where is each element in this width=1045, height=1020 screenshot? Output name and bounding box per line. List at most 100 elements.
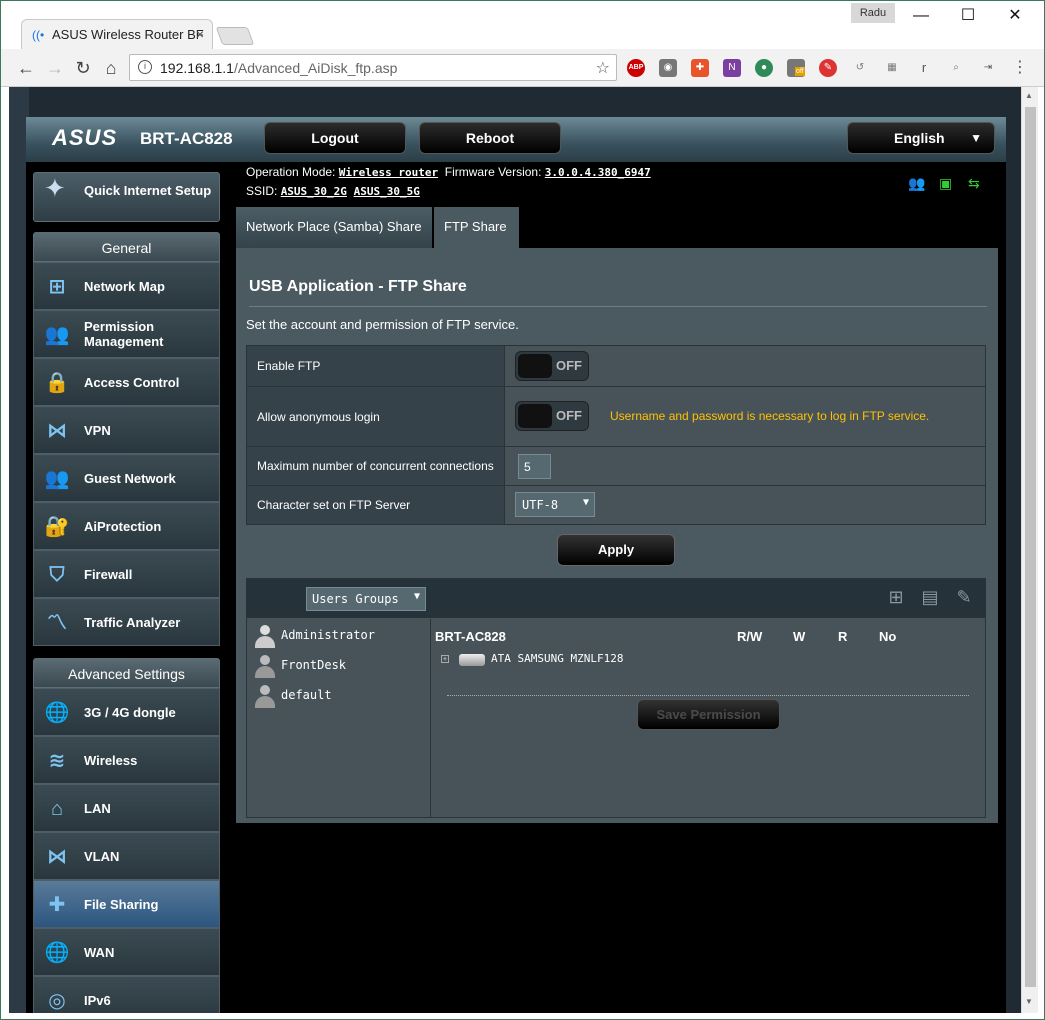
- sidebar-item-permission[interactable]: 👥 Permission Management: [33, 310, 220, 358]
- sidebar-item-3g4g[interactable]: 🌐 3G / 4G dongle: [33, 688, 220, 736]
- pin-icon[interactable]: ⇥: [979, 59, 997, 77]
- back-icon[interactable]: ←: [15, 57, 37, 79]
- camera-icon[interactable]: ◉: [659, 59, 677, 77]
- history-icon[interactable]: ↺: [851, 59, 869, 77]
- delete-user-icon[interactable]: ▤: [919, 587, 941, 611]
- sidebar-item-firewall[interactable]: ⛉ Firewall: [33, 550, 220, 598]
- user-table-header: Users Groups ▼ ⊞ ▤ ✎: [247, 579, 985, 618]
- expand-icon[interactable]: +: [441, 655, 449, 663]
- sidebar-item-wan[interactable]: 🌐 WAN: [33, 928, 220, 976]
- tab-ftp-share[interactable]: FTP Share: [434, 207, 519, 248]
- sidebar-item-traffic-analyzer[interactable]: 〽 Traffic Analyzer: [33, 598, 220, 646]
- usb-status-icon[interactable]: ⇆: [968, 175, 980, 192]
- sidebar-item-vpn[interactable]: ⋈ VPN: [33, 406, 220, 454]
- quick-internet-setup-button[interactable]: ✦ Quick Internet Setup: [33, 172, 220, 222]
- close-tab-icon[interactable]: ×: [196, 26, 204, 42]
- ssid-5g-link[interactable]: ASUS_30_5G: [354, 185, 420, 198]
- user-item-administrator[interactable]: Administrator: [253, 625, 375, 649]
- sidebar-item-access-control[interactable]: 🔒 Access Control: [33, 358, 220, 406]
- users-icon: 👥: [44, 324, 70, 346]
- r-icon[interactable]: r: [915, 59, 933, 77]
- forward-icon[interactable]: →: [44, 57, 66, 79]
- drive-item[interactable]: + ATA SAMSUNG MZNLF128: [441, 652, 623, 674]
- sidebar-item-vlan[interactable]: ⋈ VLAN: [33, 832, 220, 880]
- sidebar-item-label: Guest Network: [84, 470, 176, 486]
- sidebar-item-label: LAN: [84, 800, 111, 816]
- wifi-icon: ≋: [48, 750, 66, 772]
- toggle-state: OFF: [556, 358, 582, 373]
- dropdown-caret-icon: ▼: [582, 497, 589, 508]
- max-connections-input[interactable]: 5: [518, 454, 551, 479]
- sidebar-item-guest-network[interactable]: 👥 Guest Network: [33, 454, 220, 502]
- hard-drive-icon: [459, 654, 485, 666]
- sidebar-item-ipv6[interactable]: ◎ IPv6: [33, 976, 220, 1013]
- menu-icon[interactable]: ⋮: [1011, 59, 1029, 77]
- scroll-down-icon[interactable]: ▼: [1025, 997, 1033, 1006]
- tool-icon[interactable]: ✎: [819, 59, 837, 77]
- sidebar-item-file-sharing[interactable]: ✚ File Sharing: [33, 880, 220, 928]
- firmware-link[interactable]: 3.0.0.4.380_6947: [545, 166, 651, 179]
- clients-status-icon[interactable]: 👥: [908, 175, 925, 192]
- sidebar-item-wireless[interactable]: ≋ Wireless: [33, 736, 220, 784]
- maximize-button[interactable]: ☐: [945, 5, 991, 27]
- reload-icon[interactable]: ↻: [72, 57, 94, 79]
- enable-ftp-toggle[interactable]: OFF: [515, 351, 589, 381]
- scroll-thumb[interactable]: [1025, 107, 1036, 987]
- charset-select[interactable]: UTF-8 ▼: [515, 492, 595, 517]
- charset-row: Character set on FTP Server UTF-8 ▼: [247, 486, 985, 524]
- user-item-default[interactable]: default: [253, 685, 332, 709]
- network-status-icon[interactable]: ▣: [939, 175, 952, 192]
- tab-samba-share[interactable]: Network Place (Samba) Share: [236, 207, 432, 248]
- extension-off-icon[interactable]: off: [787, 59, 805, 77]
- zoom-icon[interactable]: ⌕: [947, 59, 965, 77]
- router-page: ASUS BRT-AC828 Logout Reboot English ▼ Op…: [26, 117, 1006, 1013]
- scroll-up-icon[interactable]: ▲: [1025, 91, 1033, 100]
- user-name: Administrator: [281, 628, 375, 642]
- user-permission-table: Users Groups ▼ ⊞ ▤ ✎ Administrator FrontD…: [246, 578, 986, 818]
- globe-icon[interactable]: ●: [755, 59, 773, 77]
- apply-button[interactable]: Apply: [557, 534, 675, 566]
- max-connections-row: Maximum number of concurrent connections…: [247, 447, 985, 486]
- sidebar-item-lan[interactable]: ⌂ LAN: [33, 784, 220, 832]
- sidebar-item-network-map[interactable]: ⊞ Network Map: [33, 262, 220, 310]
- save-permission-button[interactable]: Save Permission: [637, 699, 780, 730]
- edit-user-icon[interactable]: ✎: [953, 587, 975, 611]
- users-groups-select[interactable]: Users Groups ▼: [306, 587, 426, 611]
- close-window-button[interactable]: ✕: [992, 5, 1038, 27]
- abp-icon[interactable]: ABP: [627, 59, 645, 77]
- sidebar-item-label: WAN: [84, 944, 115, 960]
- plus-icon[interactable]: ✚: [691, 59, 709, 77]
- guest-users-icon: 👥: [44, 468, 70, 490]
- new-tab-button[interactable]: [215, 27, 255, 45]
- profile-button[interactable]: Radu: [851, 3, 895, 23]
- user-list: Administrator FrontDesk default: [247, 619, 431, 817]
- language-select[interactable]: English ▼: [847, 122, 995, 154]
- ftp-panel: USB Application - FTP Share Set the acco…: [236, 248, 998, 823]
- quick-setup-label: Quick Internet Setup: [84, 183, 212, 198]
- browser-tab[interactable]: ((• ASUS Wireless Router BF ×: [21, 19, 213, 49]
- address-bar[interactable]: i 192.168.1.1/Advanced_AiDisk_ftp.asp ☆: [129, 54, 617, 81]
- vertical-scrollbar[interactable]: ▲ ▼: [1021, 87, 1038, 1013]
- anonymous-warning: Username and password is necessary to lo…: [610, 409, 930, 423]
- off-badge: off: [795, 67, 805, 76]
- logout-button[interactable]: Logout: [264, 122, 406, 154]
- status-info: Operation Mode: Wireless router Firmware…: [246, 163, 651, 201]
- ssid-2g-link[interactable]: ASUS_30_2G: [281, 185, 347, 198]
- page-title: USB Application - FTP Share: [249, 278, 467, 295]
- onenote-icon[interactable]: N: [723, 59, 741, 77]
- bookmark-star-icon[interactable]: ☆: [596, 58, 610, 78]
- home-icon[interactable]: ⌂: [100, 57, 122, 79]
- toggle-knob: [518, 354, 552, 378]
- dropdown-caret-icon: ▼: [970, 131, 982, 145]
- add-user-icon[interactable]: ⊞: [885, 587, 907, 611]
- minimize-button[interactable]: —: [898, 5, 944, 27]
- user-item-frontdesk[interactable]: FrontDesk: [253, 655, 346, 679]
- anonymous-login-toggle[interactable]: OFF: [515, 401, 589, 431]
- sidebar-item-aiprotection[interactable]: 🔐 AiProtection: [33, 502, 220, 550]
- grid-icon[interactable]: ▦: [883, 59, 901, 77]
- op-mode-link[interactable]: Wireless router: [339, 166, 438, 179]
- sidebar-item-label: File Sharing: [84, 896, 159, 912]
- reboot-button[interactable]: Reboot: [419, 122, 561, 154]
- home-icon: ⌂: [50, 798, 64, 820]
- info-icon[interactable]: i: [138, 60, 152, 74]
